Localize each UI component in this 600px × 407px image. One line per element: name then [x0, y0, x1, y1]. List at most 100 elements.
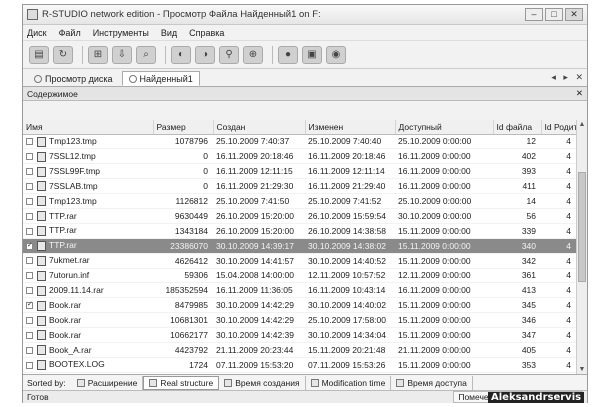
row-checkbox[interactable]: [26, 241, 33, 250]
row-checkbox[interactable]: [26, 182, 33, 190]
table-row[interactable]: TTP.rar 1343184 26.10.2009 15:20:00 26.10.2…: [23, 223, 576, 239]
view-icon[interactable]: ◉: [326, 45, 346, 64]
sort-tab-creation-time[interactable]: Время создания: [219, 375, 306, 390]
panel-close-icon[interactable]: ✕: [576, 88, 583, 99]
cell-size: 4626412: [153, 253, 213, 269]
unmark-icon[interactable]: ◑: [195, 45, 215, 64]
row-checkbox[interactable]: [26, 212, 33, 220]
tab-prev-icon[interactable]: ◂: [551, 72, 556, 82]
cell-size: 9630449: [153, 208, 213, 224]
stop-icon[interactable]: ●: [278, 45, 298, 64]
row-checkbox[interactable]: [26, 257, 33, 265]
mark-icon[interactable]: ◐: [171, 45, 191, 64]
file-icon: [37, 360, 46, 371]
row-checkbox[interactable]: [26, 361, 33, 369]
table-row[interactable]: Tmp123.tmp 1078796 25.10.2009 7:40:37 25.10…: [23, 134, 576, 150]
col-parent-id[interactable]: Id Родит...: [541, 120, 577, 135]
sort-tab-real-structure[interactable]: Real structure: [143, 375, 220, 390]
menu-help[interactable]: Справка: [189, 28, 224, 38]
cell-id: 14: [493, 193, 541, 209]
menu-view[interactable]: Вид: [161, 28, 177, 38]
table-row[interactable]: TTP.rar 9630449 26.10.2009 15:20:00 26.10.2…: [23, 208, 576, 224]
table-row[interactable]: 7utorun.inf 59306 15.04.2008 14:00:00 12.11…: [23, 268, 576, 284]
table-row[interactable]: Book.rar 10662177 30.10.2009 14:42:39 30.10…: [23, 327, 576, 343]
vertical-scrollbar[interactable]: ▲ ▼: [576, 120, 587, 374]
table-row[interactable]: 7SSL12.tmp 0 16.11.2009 20:18:46 16.11.2009…: [23, 148, 576, 165]
tab-next-icon[interactable]: ▸: [563, 72, 568, 82]
tab-disk-view[interactable]: Просмотр диска: [27, 71, 120, 86]
scroll-thumb[interactable]: [578, 172, 586, 282]
search-icon[interactable]: ⚲: [219, 45, 239, 64]
row-checkbox[interactable]: [26, 317, 33, 324]
cell-accessed: 15.11.2009 0:00:00: [395, 312, 493, 329]
cell-name: BOOTEX.LOG: [23, 357, 153, 373]
table-row[interactable]: 2009.11.14.rar 185352594 16.11.2009 11:36:…: [23, 282, 576, 299]
cell-size: 1126812: [153, 193, 213, 209]
tab-navigation: ◂ ▸ ✕: [546, 72, 583, 83]
col-name[interactable]: Имя: [23, 120, 154, 135]
row-checkbox[interactable]: [26, 227, 33, 235]
scan-icon[interactable]: ⊞: [88, 45, 108, 64]
table-row[interactable]: 7SSLAB.tmp 0 16.11.2009 21:29:30 16.11.2009…: [23, 178, 576, 195]
scroll-down-icon[interactable]: ▼: [577, 366, 587, 373]
file-list[interactable]: Имя Размер Создан Изменен Доступный Id ф…: [23, 120, 587, 374]
cell-parent: 4: [541, 312, 576, 329]
table-row[interactable]: Tmp123.tmp 1126812 25.10.2009 7:41:50 25.10…: [23, 193, 576, 209]
table-header: Имя Размер Создан Изменен Доступный Id ф…: [23, 120, 577, 135]
panel-title: Содержимое: [27, 88, 78, 99]
close-button[interactable]: ✕: [565, 8, 583, 21]
row-checkbox[interactable]: [26, 300, 33, 310]
preview-icon[interactable]: ▣: [302, 45, 322, 64]
row-checkbox[interactable]: [26, 272, 33, 280]
row-checkbox[interactable]: [26, 153, 33, 161]
maximize-button[interactable]: □: [545, 8, 563, 21]
file-name: 7SSL12.tmp: [49, 150, 96, 161]
refresh-icon[interactable]: ↻: [53, 45, 73, 64]
row-checkbox[interactable]: [26, 138, 33, 146]
menu-tools[interactable]: Инструменты: [93, 28, 149, 38]
col-accessed[interactable]: Доступный: [395, 120, 494, 135]
table-row[interactable]: Book.rar 10681301 30.10.2009 14:42:29 25.10…: [23, 312, 576, 329]
sort-tab-extension[interactable]: Расширение: [72, 375, 144, 390]
table-row[interactable]: TTP.rar 2338607030.10.2009 14:39:1730.10.…: [23, 238, 576, 254]
row-checkbox[interactable]: [26, 346, 33, 354]
row-checkbox[interactable]: [26, 197, 33, 205]
table-row[interactable]: Book.rar 847998530.10.2009 14:42:2930.10.…: [23, 297, 576, 314]
cell-created: 30.10.2009 14:42:29: [213, 312, 305, 329]
cell-created: 16.11.2009 21:29:30: [213, 178, 305, 195]
cell-modified: 25.10.2009 7:41:52: [305, 193, 395, 209]
cell-accessed: 16.11.2009 0:00:00: [395, 178, 493, 195]
cell-modified: 12.11.2009 10:57:52: [305, 268, 395, 284]
sort-tab-access-time[interactable]: Время доступа: [391, 375, 473, 390]
table-row[interactable]: BOOTEX.LOG 1724 07.11.2009 15:53:20 07.11.2…: [23, 357, 576, 373]
row-checkbox[interactable]: [26, 168, 33, 176]
scroll-up-icon[interactable]: ▲: [577, 121, 587, 128]
cell-accessed: 25.10.2009 0:00:00: [395, 193, 493, 209]
col-file-id[interactable]: Id файла: [493, 120, 542, 135]
cell-modified: 30.10.2009 14:38:02: [305, 238, 395, 254]
cell-accessed: 25.10.2009 0:00:00: [395, 134, 493, 150]
table-row[interactable]: 7ukmet.rar 4626412 30.10.2009 14:41:57 30.1…: [23, 253, 576, 269]
recover-icon[interactable]: ⇩: [112, 45, 132, 64]
window-title: R-STUDIO network edition - Просмотр Файл…: [42, 9, 321, 20]
col-modified[interactable]: Изменен: [305, 120, 396, 135]
recover-marked-icon[interactable]: ⊕: [243, 45, 263, 64]
menu-file[interactable]: Файл: [59, 28, 81, 38]
cell-parent: 4: [541, 223, 576, 239]
table-row[interactable]: 7SSL99F.tmp 0 16.11.2009 12:11:15 16.11.200…: [23, 163, 576, 180]
open-icon[interactable]: ▤: [29, 45, 49, 64]
cell-created: 16.11.2009 20:18:46: [213, 148, 305, 165]
col-size[interactable]: Размер: [153, 120, 214, 135]
minimize-button[interactable]: –: [525, 8, 543, 21]
tab-found1[interactable]: Найденный1: [121, 71, 200, 86]
sort-tab-modification-time[interactable]: Modification time: [306, 375, 392, 390]
find-icon[interactable]: ⌕: [136, 45, 156, 64]
table-row[interactable]: Book_A.rar 4423792 21.11.2009 20:23:44 15.1…: [23, 342, 576, 358]
tab-close-icon[interactable]: ✕: [575, 72, 583, 82]
calendar-icon: [224, 378, 233, 387]
cell-id: 345: [493, 297, 541, 314]
menu-disk[interactable]: Диск: [27, 28, 47, 38]
row-checkbox[interactable]: [26, 331, 33, 339]
row-checkbox[interactable]: [26, 287, 33, 295]
col-created[interactable]: Создан: [213, 120, 306, 135]
